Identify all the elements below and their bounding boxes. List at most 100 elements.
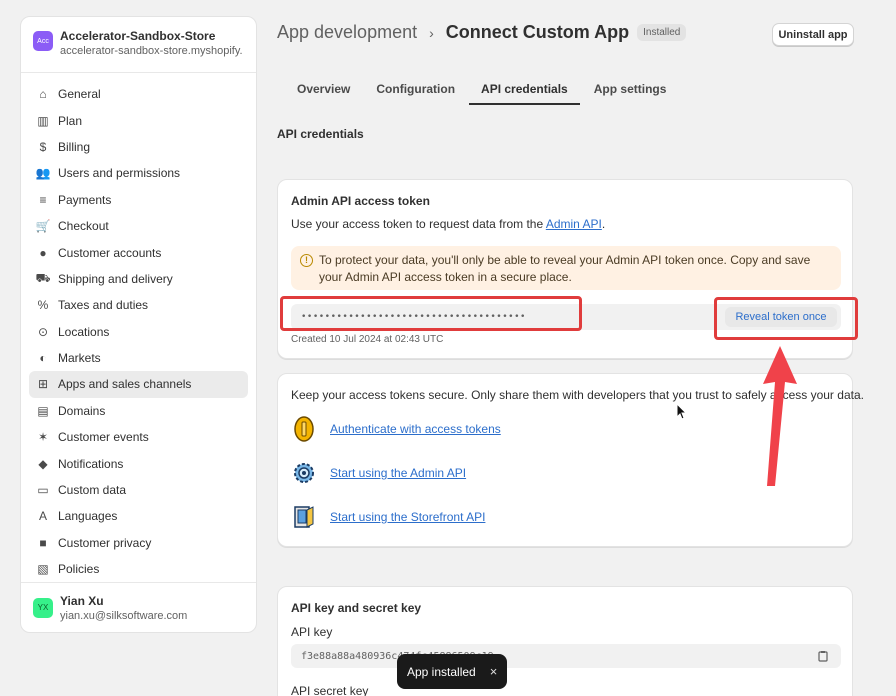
sidebar-item-label: Policies	[58, 562, 100, 577]
warning-banner: ! To protect your data, you'll only be a…	[291, 246, 841, 290]
policy-icon: ▧	[37, 562, 49, 577]
authenticate-link[interactable]: Authenticate with access tokens	[330, 422, 501, 436]
chevron-right-icon: ›	[429, 24, 434, 41]
sidebar-item-label: Users and permissions	[58, 166, 181, 181]
sidebar-item-label: Domains	[58, 403, 106, 418]
sidebar-item-markets[interactable]: ◐ Markets	[29, 345, 248, 371]
gear-icon	[294, 463, 314, 483]
events-icon: ✶	[37, 430, 49, 445]
breadcrumb[interactable]: App development	[277, 22, 417, 43]
api-keys-card: API key and secret key API key f3e88a88a…	[277, 586, 853, 696]
user-profile[interactable]: YX Yian Xu yian.xu@silksoftware.com	[21, 582, 256, 632]
settings-sidebar: Acc Accelerator-Sandbox-Store accelerato…	[20, 16, 257, 633]
sidebar-item-custom-data[interactable]: ▭ Custom data	[29, 477, 248, 503]
tab-bar: Overview Configuration API credentials App …	[285, 72, 680, 105]
store-avatar: Acc	[33, 31, 53, 51]
sidebar-item-label: Customer privacy	[58, 535, 152, 550]
doc-link-row[interactable]: Start using the Admin API	[291, 460, 466, 486]
sidebar-item-apps-and-sales-channels[interactable]: ⊞ Apps and sales channels	[29, 371, 248, 398]
doc-link-row[interactable]: Start using the Storefront API	[291, 504, 485, 530]
tab-overview[interactable]: Overview	[285, 72, 362, 105]
copy-icon[interactable]	[817, 650, 829, 662]
location-icon: ⊙	[37, 324, 49, 339]
sidebar-item-label: Payments	[58, 192, 112, 207]
status-badge: Installed	[637, 24, 687, 41]
token-created-date: Created 10 Jul 2024 at 02:43 UTC	[291, 334, 444, 345]
api-key-field[interactable]: f3e88a88a480936c474fc45886509c19	[291, 644, 841, 668]
sidebar-item-domains[interactable]: ▤ Domains	[29, 398, 248, 424]
tax-icon: %	[37, 298, 49, 313]
sidebar-item-general[interactable]: ⌂ General	[29, 81, 248, 107]
storefront-icon	[294, 506, 314, 528]
sidebar-item-locations[interactable]: ⊙ Locations	[29, 319, 248, 345]
sidebar-item-customer-accounts[interactable]: ● Customer accounts	[29, 239, 248, 265]
close-icon[interactable]: ×	[490, 664, 498, 679]
user-name: Yian Xu	[60, 593, 104, 608]
sidebar-item-label: Languages	[58, 509, 118, 524]
sidebar-item-label: Markets	[58, 351, 101, 366]
cart-icon: 🛒	[35, 219, 51, 234]
sidebar-item-billing[interactable]: $ Billing	[29, 134, 248, 160]
sidebar-item-label: Plan	[58, 113, 83, 128]
sidebar-item-label: Notifications	[58, 456, 124, 471]
admin-api-guide-link[interactable]: Start using the Admin API	[330, 466, 466, 480]
apps-icon: ⊞	[37, 377, 49, 392]
doc-link-row[interactable]: Authenticate with access tokens	[291, 416, 501, 442]
reveal-highlight-box	[714, 297, 858, 340]
uninstall-app-button[interactable]: Uninstall app	[772, 23, 854, 46]
store-icon: ⌂	[39, 87, 47, 102]
sidebar-item-label: Custom data	[58, 483, 127, 498]
sidebar-item-users-and-permissions[interactable]: 👥 Users and permissions	[29, 160, 248, 186]
tab-app-settings[interactable]: App settings	[582, 72, 679, 105]
sidebar-item-label: Checkout	[58, 219, 109, 234]
sidebar-item-payments[interactable]: ≡ Payments	[29, 187, 248, 213]
store-switcher[interactable]: Acc Accelerator-Sandbox-Store accelerato…	[21, 17, 256, 73]
language-icon: A	[38, 509, 47, 524]
sidebar-item-label: Apps and sales channels	[58, 377, 192, 392]
domains-icon: ▤	[37, 403, 49, 418]
sidebar-item-policies[interactable]: ▧ Policies	[29, 556, 248, 582]
sidebar-item-label: Customer accounts	[58, 245, 162, 260]
store-name: Accelerator-Sandbox-Store	[60, 29, 216, 43]
sidebar-item-customer-privacy[interactable]: ■ Customer privacy	[29, 530, 248, 556]
mouse-cursor-icon	[676, 403, 688, 420]
api-key-label: API key	[291, 625, 333, 639]
globe-icon: ◐	[39, 351, 47, 366]
sidebar-item-plan[interactable]: ▥ Plan	[29, 107, 248, 133]
sidebar-item-taxes-and-duties[interactable]: % Taxes and duties	[29, 292, 248, 318]
token-highlight-box	[280, 296, 582, 331]
admin-api-link[interactable]: Admin API	[546, 217, 602, 231]
admin-token-heading: Admin API access token	[291, 194, 430, 208]
storefront-api-guide-link[interactable]: Start using the Storefront API	[330, 510, 485, 524]
avatar: YX	[33, 597, 53, 618]
annotation-arrow-icon	[763, 346, 797, 486]
sidebar-item-label: Billing	[58, 139, 91, 154]
sidebar-item-label: Taxes and duties	[58, 298, 149, 313]
sidebar-item-label: Locations	[58, 324, 110, 339]
description-suffix: .	[601, 217, 606, 231]
section-title: API credentials	[277, 127, 364, 141]
tab-api-credentials[interactable]: API credentials	[469, 72, 580, 105]
toast-text: App installed	[407, 664, 476, 679]
store-domain: accelerator-sandbox-store.myshopify.com	[60, 45, 244, 57]
bell-icon: ◆	[38, 456, 48, 471]
coin-icon	[294, 416, 314, 442]
data-icon: ▭	[37, 483, 49, 498]
warning-text: To protect your data, you'll only be abl…	[319, 253, 811, 284]
page-title: Connect Custom App	[445, 22, 630, 42]
sidebar-item-checkout[interactable]: 🛒 Checkout	[29, 213, 248, 239]
payments-icon: ≡	[39, 192, 47, 207]
lock-icon: ■	[39, 535, 47, 550]
sidebar-item-shipping-and-delivery[interactable]: ⛟ Shipping and delivery	[29, 266, 248, 292]
sidebar-item-notifications[interactable]: ◆ Notifications	[29, 450, 248, 476]
description-text: Use your access token to request data fr…	[291, 217, 546, 231]
admin-token-description: Use your access token to request data fr…	[291, 217, 605, 231]
page-header: App development › Connect Custom App Ins…	[277, 22, 687, 43]
person-icon: ●	[39, 245, 47, 260]
tab-configuration[interactable]: Configuration	[364, 72, 467, 105]
sidebar-item-label: General	[58, 87, 101, 102]
sidebar-item-customer-events[interactable]: ✶ Customer events	[29, 424, 248, 450]
sidebar-item-label: Customer events	[58, 430, 149, 445]
api-keys-heading: API key and secret key	[291, 601, 422, 615]
sidebar-item-languages[interactable]: A Languages	[29, 503, 248, 529]
